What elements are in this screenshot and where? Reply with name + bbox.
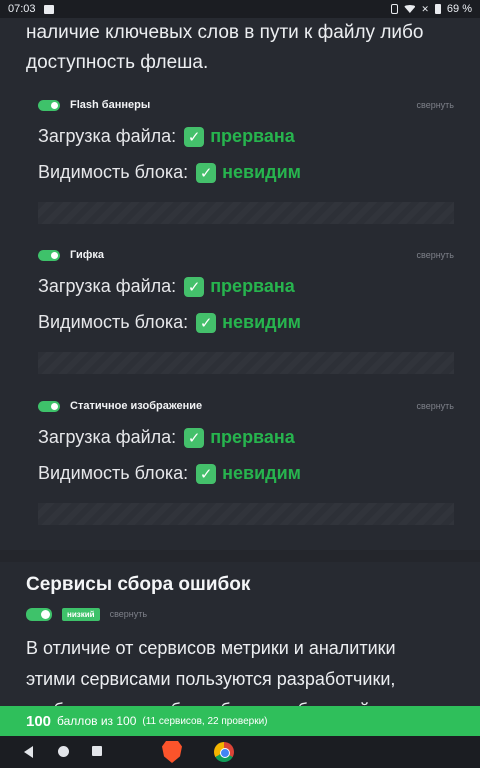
clock: 07:03 (8, 3, 36, 15)
navigation-bar (0, 736, 480, 768)
load-status: прервана (210, 276, 295, 296)
collapse-link[interactable]: свернуть (417, 98, 454, 112)
check-icon: ✓ (184, 427, 205, 448)
visibility-status: невидим (222, 162, 301, 182)
score-of: баллов из 100 (57, 714, 137, 728)
check-icon: ✓ (196, 463, 217, 484)
back-icon[interactable] (24, 746, 33, 758)
check-icon: ✓ (196, 162, 217, 183)
test-placeholder (38, 503, 454, 525)
test-block-flash: Flash баннеры свернуть Загрузка файла: ✓… (26, 98, 454, 228)
battery-level: 69 % (446, 3, 472, 15)
page-content[interactable]: наличие ключевых слов в пути к файлу либ… (0, 18, 480, 706)
load-status: прервана (210, 427, 295, 447)
collapse-link[interactable]: свернуть (417, 399, 454, 413)
visibility-row: Видимость блока: ✓ невидим (38, 463, 301, 484)
visibility-label: Видимость блока: (38, 463, 189, 483)
home-icon[interactable] (58, 746, 69, 757)
visibility-label: Видимость блока: (38, 162, 189, 182)
image-notification-icon (43, 4, 54, 14)
visibility-row: Видимость блока: ✓ невидим (38, 312, 301, 333)
test-block-static-image: Статичное изображение свернуть Загрузка … (26, 399, 454, 529)
visibility-status: невидим (222, 312, 301, 332)
load-label: Загрузка файла: (38, 276, 177, 296)
status-bar: 07:03 ✕ 69 % (0, 0, 480, 18)
score-detail: (11 сервисов, 22 проверки) (142, 715, 268, 727)
priority-badge: низкий (62, 607, 100, 621)
battery-icon (434, 4, 441, 14)
collapse-link[interactable]: свернуть (417, 248, 454, 262)
score-value: 100 (26, 712, 52, 730)
load-row: Загрузка файла: ✓ прервана (38, 427, 295, 448)
test-toggle[interactable] (38, 99, 60, 111)
recents-icon[interactable] (92, 746, 102, 756)
section-divider (0, 550, 480, 562)
section-meta: низкий свернуть (26, 607, 147, 621)
load-label: Загрузка файла: (38, 126, 177, 146)
intro-text: наличие ключевых слов в пути к файлу либ… (26, 22, 424, 73)
no-signal-icon: ✕ (421, 3, 429, 14)
test-placeholder (38, 202, 454, 224)
test-block-gif: Гифка свернуть Загрузка файла: ✓ прерван… (26, 248, 454, 378)
load-status: прервана (210, 126, 295, 146)
section-description: В отличие от сервисов метрики и аналитик… (26, 638, 412, 706)
test-toggle[interactable] (38, 400, 60, 412)
load-row: Загрузка файла: ✓ прервана (38, 126, 295, 147)
section-collapse-link[interactable]: свернуть (110, 609, 147, 619)
visibility-label: Видимость блока: (38, 312, 189, 332)
visibility-status: невидим (222, 463, 301, 483)
check-icon: ✓ (196, 312, 217, 333)
chrome-app-icon[interactable] (214, 742, 234, 762)
wifi-icon (404, 5, 416, 13)
test-title: Гифка (70, 249, 104, 261)
score-bar: 100 баллов из 100 (11 сервисов, 22 прове… (0, 706, 480, 736)
check-icon: ✓ (184, 126, 205, 147)
test-placeholder (38, 352, 454, 374)
check-icon: ✓ (184, 276, 205, 297)
brave-app-icon[interactable] (162, 741, 182, 763)
visibility-row: Видимость блока: ✓ невидим (38, 162, 301, 183)
test-title: Статичное изображение (70, 400, 203, 412)
section-title: Сервисы сбора ошибок (26, 574, 251, 595)
load-label: Загрузка файла: (38, 427, 177, 447)
test-toggle[interactable] (38, 249, 60, 261)
section-toggle[interactable] (26, 607, 52, 621)
vibrate-icon (391, 4, 399, 14)
load-row: Загрузка файла: ✓ прервана (38, 276, 295, 297)
test-title: Flash баннеры (70, 99, 151, 111)
